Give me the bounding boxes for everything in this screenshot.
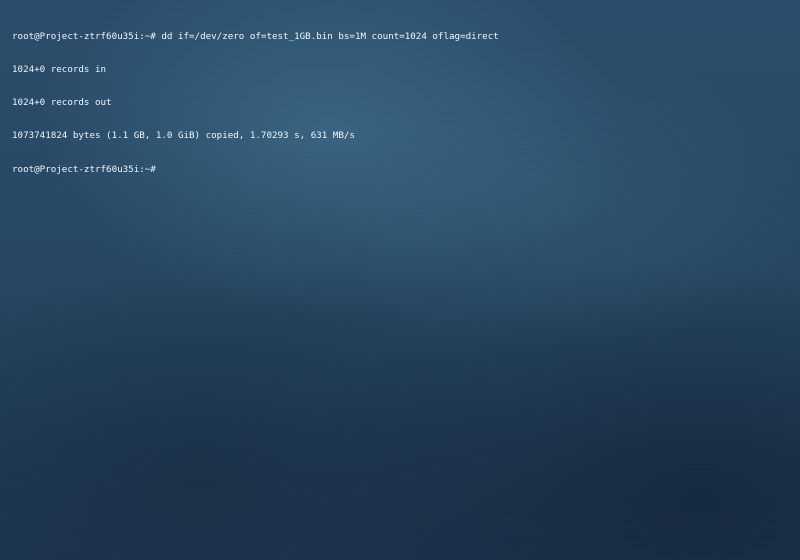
text-cursor bbox=[156, 163, 161, 173]
terminal-output[interactable]: root@Project-ztrf60u35i:~# dd if=/dev/ze… bbox=[12, 9, 788, 196]
terminal-window[interactable]: root@Project-ztrf60u35i:~# dd if=/dev/ze… bbox=[0, 0, 800, 560]
output-line-summary: 1073741824 bytes (1.1 GB, 1.0 GiB) copie… bbox=[12, 130, 355, 141]
command-line: root@Project-ztrf60u35i:~# dd if=/dev/ze… bbox=[12, 31, 499, 42]
output-line-records-in: 1024+0 records in bbox=[12, 64, 107, 75]
prompt-line[interactable]: root@Project-ztrf60u35i:~# bbox=[12, 163, 788, 175]
prompt-text: root@Project-ztrf60u35i:~# bbox=[12, 164, 156, 175]
output-line-records-out: 1024+0 records out bbox=[12, 97, 112, 108]
